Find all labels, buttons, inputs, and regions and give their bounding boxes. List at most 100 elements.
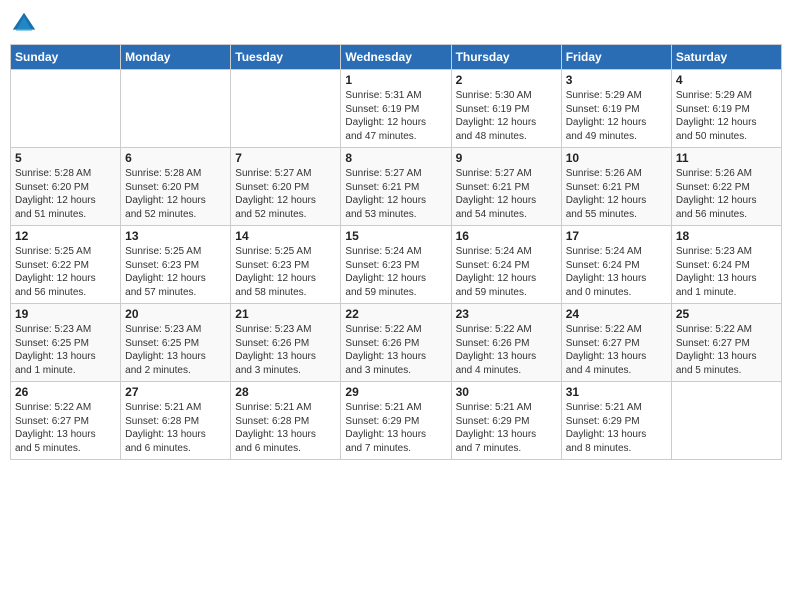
day-number: 16 bbox=[456, 229, 557, 243]
calendar-cell: 11 Sunrise: 5:26 AM Sunset: 6:22 PM Dayli… bbox=[671, 148, 781, 226]
calendar-cell: 21Sunrise: 5:23 AM Sunset: 6:26 PM Dayli… bbox=[231, 304, 341, 382]
calendar-cell: 8 Sunrise: 5:27 AM Sunset: 6:21 PM Daylig… bbox=[341, 148, 451, 226]
day-info: Sunrise: 5:21 AM Sunset: 6:29 PM Dayligh… bbox=[456, 401, 557, 455]
day-number: 22 bbox=[345, 307, 446, 321]
calendar-cell: 7 Sunrise: 5:27 AM Sunset: 6:20 PM Daylig… bbox=[231, 148, 341, 226]
calendar-cell: 12 Sunrise: 5:25 AM Sunset: 6:22 PM Dayli… bbox=[11, 226, 121, 304]
day-info: Sunrise: 5:30 AM Sunset: 6:19 PM Dayligh… bbox=[456, 89, 557, 143]
day-number: 19 bbox=[15, 307, 116, 321]
day-info: Sunrise: 5:29 AM Sunset: 6:19 PM Dayligh… bbox=[566, 89, 667, 143]
calendar-cell bbox=[671, 382, 781, 460]
calendar-cell: 14 Sunrise: 5:25 AM Sunset: 6:23 PM Dayli… bbox=[231, 226, 341, 304]
calendar-cell: 25 Sunrise: 5:22 AM Sunset: 6:27 PM Dayli… bbox=[671, 304, 781, 382]
calendar-cell bbox=[121, 70, 231, 148]
weekday-header: Tuesday bbox=[231, 45, 341, 70]
calendar-header-row: SundayMondayTuesdayWednesdayThursdayFrid… bbox=[11, 45, 782, 70]
calendar-cell: 30 Sunrise: 5:21 AM Sunset: 6:29 PM Dayli… bbox=[451, 382, 561, 460]
calendar-week-row: 19 Sunrise: 5:23 AM Sunset: 6:25 PM Dayli… bbox=[11, 304, 782, 382]
day-info: Sunrise: 5:23 AM Sunset: 6:25 PM Dayligh… bbox=[15, 323, 116, 377]
weekday-header: Wednesday bbox=[341, 45, 451, 70]
calendar-cell: 28 Sunrise: 5:21 AM Sunset: 6:28 PM Dayli… bbox=[231, 382, 341, 460]
calendar-cell: 10 Sunrise: 5:26 AM Sunset: 6:21 PM Dayli… bbox=[561, 148, 671, 226]
weekday-header: Friday bbox=[561, 45, 671, 70]
day-number: 18 bbox=[676, 229, 777, 243]
day-info: Sunrise: 5:25 AM Sunset: 6:22 PM Dayligh… bbox=[15, 245, 116, 299]
day-number: 9 bbox=[456, 151, 557, 165]
weekday-header: Sunday bbox=[11, 45, 121, 70]
day-info: Sunrise: 5:27 AM Sunset: 6:21 PM Dayligh… bbox=[345, 167, 446, 221]
calendar-cell: 6 Sunrise: 5:28 AM Sunset: 6:20 PM Daylig… bbox=[121, 148, 231, 226]
day-number: 20 bbox=[125, 307, 226, 321]
day-number: 11 bbox=[676, 151, 777, 165]
calendar-cell: 27Sunrise: 5:21 AM Sunset: 6:28 PM Dayli… bbox=[121, 382, 231, 460]
weekday-header: Saturday bbox=[671, 45, 781, 70]
day-info: Sunrise: 5:28 AM Sunset: 6:20 PM Dayligh… bbox=[125, 167, 226, 221]
calendar-cell: 23Sunrise: 5:22 AM Sunset: 6:26 PM Dayli… bbox=[451, 304, 561, 382]
day-info: Sunrise: 5:31 AM Sunset: 6:19 PM Dayligh… bbox=[345, 89, 446, 143]
calendar-cell bbox=[231, 70, 341, 148]
calendar-cell bbox=[11, 70, 121, 148]
calendar-cell: 29 Sunrise: 5:21 AM Sunset: 6:29 PM Dayli… bbox=[341, 382, 451, 460]
day-number: 21 bbox=[235, 307, 336, 321]
calendar-cell: 5Sunrise: 5:28 AM Sunset: 6:20 PM Daylig… bbox=[11, 148, 121, 226]
day-number: 6 bbox=[125, 151, 226, 165]
page-header bbox=[10, 10, 782, 38]
day-number: 12 bbox=[15, 229, 116, 243]
day-info: Sunrise: 5:27 AM Sunset: 6:20 PM Dayligh… bbox=[235, 167, 336, 221]
calendar-week-row: 12 Sunrise: 5:25 AM Sunset: 6:22 PM Dayli… bbox=[11, 226, 782, 304]
day-info: Sunrise: 5:22 AM Sunset: 6:26 PM Dayligh… bbox=[456, 323, 557, 377]
calendar-cell: 18 Sunrise: 5:23 AM Sunset: 6:24 PM Dayli… bbox=[671, 226, 781, 304]
day-number: 5 bbox=[15, 151, 116, 165]
calendar-cell: 13 Sunrise: 5:25 AM Sunset: 6:23 PM Dayli… bbox=[121, 226, 231, 304]
day-info: Sunrise: 5:25 AM Sunset: 6:23 PM Dayligh… bbox=[235, 245, 336, 299]
day-number: 24 bbox=[566, 307, 667, 321]
calendar-cell: 9 Sunrise: 5:27 AM Sunset: 6:21 PM Daylig… bbox=[451, 148, 561, 226]
calendar-week-row: 5 Sunrise: 5:28 AM Sunset: 6:20 PM Daylig… bbox=[11, 148, 782, 226]
calendar-cell: 17 Sunrise: 5:24 AM Sunset: 6:24 PM Dayli… bbox=[561, 226, 671, 304]
day-number: 13 bbox=[125, 229, 226, 243]
day-info: Sunrise: 5:21 AM Sunset: 6:29 PM Dayligh… bbox=[345, 401, 446, 455]
calendar-cell: 26 Sunrise: 5:22 AM Sunset: 6:27 PM Dayli… bbox=[11, 382, 121, 460]
calendar-week-row: 26 Sunrise: 5:22 AM Sunset: 6:27 PM Dayli… bbox=[11, 382, 782, 460]
day-info: Sunrise: 5:22 AM Sunset: 6:27 PM Dayligh… bbox=[566, 323, 667, 377]
day-info: Sunrise: 5:21 AM Sunset: 6:29 PM Dayligh… bbox=[566, 401, 667, 455]
day-number: 29 bbox=[345, 385, 446, 399]
day-number: 27 bbox=[125, 385, 226, 399]
logo bbox=[10, 10, 42, 38]
day-info: Sunrise: 5:27 AM Sunset: 6:21 PM Dayligh… bbox=[456, 167, 557, 221]
day-info: Sunrise: 5:22 AM Sunset: 6:27 PM Dayligh… bbox=[15, 401, 116, 455]
calendar-cell: 20Sunrise: 5:23 AM Sunset: 6:25 PM Dayli… bbox=[121, 304, 231, 382]
day-info: Sunrise: 5:24 AM Sunset: 6:23 PM Dayligh… bbox=[345, 245, 446, 299]
day-number: 10 bbox=[566, 151, 667, 165]
calendar-cell: 2 Sunrise: 5:30 AM Sunset: 6:19 PM Daylig… bbox=[451, 70, 561, 148]
day-number: 31 bbox=[566, 385, 667, 399]
day-info: Sunrise: 5:29 AM Sunset: 6:19 PM Dayligh… bbox=[676, 89, 777, 143]
day-number: 3 bbox=[566, 73, 667, 87]
day-info: Sunrise: 5:26 AM Sunset: 6:22 PM Dayligh… bbox=[676, 167, 777, 221]
day-info: Sunrise: 5:21 AM Sunset: 6:28 PM Dayligh… bbox=[235, 401, 336, 455]
day-info: Sunrise: 5:25 AM Sunset: 6:23 PM Dayligh… bbox=[125, 245, 226, 299]
calendar-week-row: 1Sunrise: 5:31 AM Sunset: 6:19 PM Daylig… bbox=[11, 70, 782, 148]
calendar-cell: 24 Sunrise: 5:22 AM Sunset: 6:27 PM Dayli… bbox=[561, 304, 671, 382]
calendar-cell: 31 Sunrise: 5:21 AM Sunset: 6:29 PM Dayli… bbox=[561, 382, 671, 460]
day-number: 7 bbox=[235, 151, 336, 165]
day-info: Sunrise: 5:24 AM Sunset: 6:24 PM Dayligh… bbox=[566, 245, 667, 299]
day-number: 15 bbox=[345, 229, 446, 243]
day-number: 2 bbox=[456, 73, 557, 87]
day-number: 8 bbox=[345, 151, 446, 165]
weekday-header: Thursday bbox=[451, 45, 561, 70]
logo-icon bbox=[10, 10, 38, 38]
calendar-table: SundayMondayTuesdayWednesdayThursdayFrid… bbox=[10, 44, 782, 460]
day-number: 14 bbox=[235, 229, 336, 243]
day-number: 28 bbox=[235, 385, 336, 399]
day-number: 30 bbox=[456, 385, 557, 399]
day-number: 17 bbox=[566, 229, 667, 243]
calendar-cell: 15 Sunrise: 5:24 AM Sunset: 6:23 PM Dayli… bbox=[341, 226, 451, 304]
day-info: Sunrise: 5:22 AM Sunset: 6:26 PM Dayligh… bbox=[345, 323, 446, 377]
day-info: Sunrise: 5:23 AM Sunset: 6:24 PM Dayligh… bbox=[676, 245, 777, 299]
day-number: 26 bbox=[15, 385, 116, 399]
weekday-header: Monday bbox=[121, 45, 231, 70]
day-number: 25 bbox=[676, 307, 777, 321]
day-info: Sunrise: 5:22 AM Sunset: 6:27 PM Dayligh… bbox=[676, 323, 777, 377]
day-info: Sunrise: 5:26 AM Sunset: 6:21 PM Dayligh… bbox=[566, 167, 667, 221]
